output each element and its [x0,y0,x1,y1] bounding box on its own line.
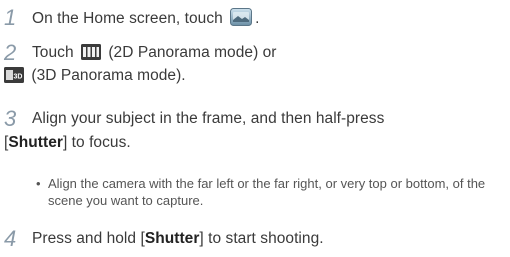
panorama-3d-icon: 3D [4,67,24,89]
step-4-text-before: Press and hold [ [32,230,145,247]
step-3-line-1: Align your subject in the frame, and the… [32,110,385,127]
camera-app-icon [230,8,253,32]
step-2-text-mid: (2D Panorama mode) or [108,44,277,61]
panorama-2d-icon [80,44,101,66]
shutter-key-label: Shutter [144,230,200,247]
step-text: Align your subject in the frame, and the… [4,106,385,153]
step-4: 4 Press and hold [Shutter] to start shoo… [4,226,324,252]
period: . [255,10,260,27]
step-3-note-text: Align the camera with the far left or th… [48,176,486,208]
step-2: 2 Touch (2D Panorama mode) or 3D (3D Pan… [4,40,277,89]
step-1: 1 On the Home screen, touch . [4,5,260,32]
step-number: 4 [4,226,17,251]
step-number: 1 [4,5,17,30]
step-4-text-after: ] to start shooting. [199,230,324,247]
step-3: 3 Align your subject in the frame, and t… [4,106,384,153]
step-text: On the Home screen, touch . [32,5,260,32]
shutter-key-label: Shutter [8,134,63,151]
step-number: 3 [4,106,17,131]
step-2-text-after: (3D Panorama mode). [31,67,186,84]
step-number: 2 [4,40,17,65]
step-3-line-2: to focus. [67,134,131,151]
step-text: Touch (2D Panorama mode) or 3D (3D Panor… [4,40,277,89]
svg-text:3D: 3D [13,74,22,81]
step-2-text: Touch [32,44,74,61]
step-text: Press and hold [Shutter] to start shooti… [32,226,324,249]
step-3-note: • Align the camera with the far left or … [36,175,488,209]
bullet-marker: • [36,176,41,191]
step-1-text: On the Home screen, touch [32,10,223,27]
